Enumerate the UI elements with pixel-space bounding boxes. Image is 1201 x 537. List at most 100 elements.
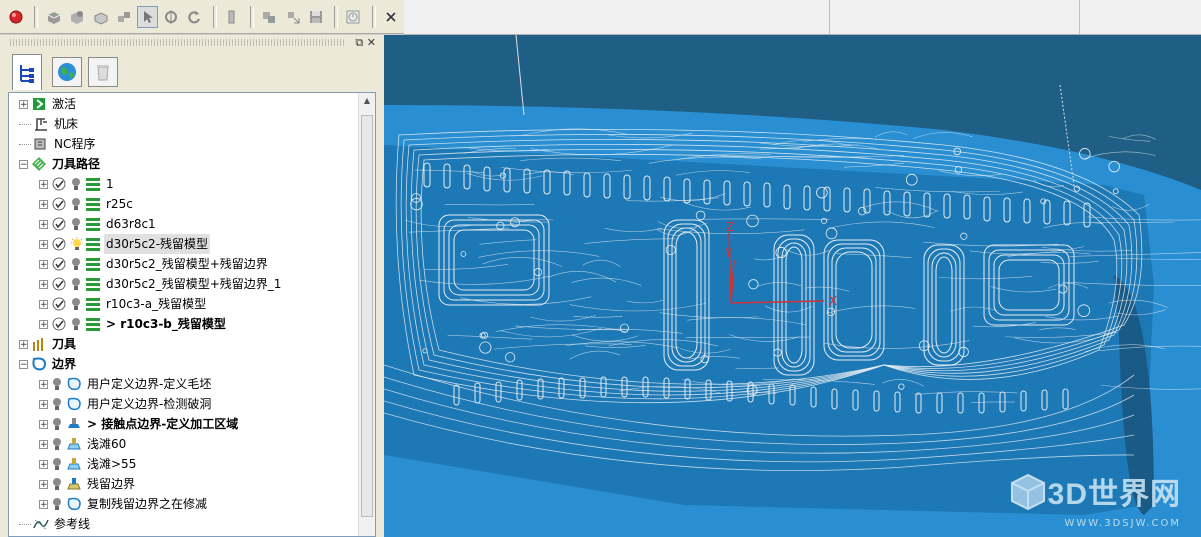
expand-icon[interactable]: + bbox=[39, 219, 48, 229]
stop-icon[interactable] bbox=[6, 6, 26, 28]
panel-close-icon[interactable]: ✕ bbox=[367, 36, 376, 49]
bulb-icon[interactable] bbox=[70, 196, 82, 212]
tree-item[interactable]: + 用户定义边界-检测破洞 bbox=[39, 394, 213, 414]
tree-item[interactable]: + > 接触点边界-定义加工区域 bbox=[39, 414, 240, 434]
expand-icon[interactable]: + bbox=[39, 459, 48, 469]
tree-item[interactable]: + 用户定义边界-定义毛坯 bbox=[39, 374, 213, 394]
tree-item[interactable]: + 浅滩>55 bbox=[39, 454, 138, 474]
toolpath-icon bbox=[85, 256, 101, 272]
expand-icon[interactable]: + bbox=[39, 499, 48, 509]
tree-item[interactable]: + d30r5c2_残留模型+残留边界_1 bbox=[39, 274, 283, 294]
bulb-icon[interactable] bbox=[51, 396, 63, 412]
expand-icon[interactable]: + bbox=[39, 199, 48, 209]
tree-item[interactable]: NC程序 bbox=[19, 134, 97, 154]
tree-item[interactable]: − 边界 bbox=[19, 354, 78, 374]
globe-icon[interactable] bbox=[52, 57, 82, 87]
watermark: 3D世界网 WWW.3DSJW.COM bbox=[1008, 469, 1181, 529]
status-check-icon bbox=[51, 316, 67, 332]
tree-item[interactable]: + 激活 bbox=[19, 94, 78, 114]
watermark-cube-icon bbox=[1010, 473, 1045, 511]
bulb-icon[interactable] bbox=[70, 176, 82, 192]
bulb-icon[interactable] bbox=[70, 296, 82, 312]
tree-item[interactable]: − 刀具路径 bbox=[19, 154, 102, 174]
model-view[interactable]: Z Y X bbox=[384, 35, 1201, 537]
expand-icon[interactable]: + bbox=[39, 439, 48, 449]
strip-divider bbox=[829, 0, 830, 34]
expand-icon[interactable]: + bbox=[39, 419, 48, 429]
duplicate-icon[interactable] bbox=[259, 6, 279, 28]
tree-item[interactable]: + d30r5c2_残留模型+残留边界 bbox=[39, 254, 270, 274]
bulb-icon[interactable] bbox=[70, 276, 82, 292]
strip-divider bbox=[1079, 0, 1080, 34]
scroll-thumb[interactable] bbox=[361, 115, 373, 517]
save-icon[interactable] bbox=[306, 6, 326, 28]
close-icon[interactable] bbox=[381, 6, 401, 28]
bulb-on-icon[interactable] bbox=[70, 236, 82, 252]
select-icon[interactable] bbox=[137, 5, 158, 28]
expand-icon[interactable]: + bbox=[19, 99, 28, 109]
tree-item-label: 刀具 bbox=[52, 337, 77, 351]
bulb-icon[interactable] bbox=[51, 476, 63, 492]
shaded-icon[interactable] bbox=[67, 6, 87, 28]
rotate-icon[interactable] bbox=[161, 6, 181, 28]
expand-icon[interactable]: + bbox=[39, 299, 48, 309]
graphics-viewport[interactable]: Z Y X 3D世界网 WWW.3DSJW.COM bbox=[384, 35, 1201, 537]
expand-icon[interactable]: + bbox=[39, 279, 48, 289]
solid-icon[interactable] bbox=[43, 6, 63, 28]
explorer-tree-icon[interactable] bbox=[12, 54, 42, 90]
tree-item[interactable]: + d30r5c2-残留模型 bbox=[39, 234, 211, 254]
tree-connector bbox=[19, 143, 31, 145]
tree-item[interactable]: + 残留边界 bbox=[39, 474, 137, 494]
boundary-icon bbox=[66, 496, 82, 512]
scroll-up-icon[interactable]: ▲ bbox=[359, 93, 375, 109]
expand-icon[interactable]: + bbox=[39, 179, 48, 189]
tree-item-label: d30r5c2_残留模型+残留边界_1 bbox=[106, 277, 282, 291]
tree-item[interactable]: 参考线 bbox=[19, 514, 92, 534]
tree-item[interactable]: + > r10c3-b_残留模型 bbox=[39, 314, 228, 334]
tree-item[interactable]: + r10c3-a_残留模型 bbox=[39, 294, 208, 314]
tree-item[interactable]: +1 bbox=[39, 174, 116, 194]
expand-icon[interactable]: + bbox=[39, 399, 48, 409]
expand-icon[interactable]: + bbox=[39, 479, 48, 489]
bulb-icon[interactable] bbox=[70, 216, 82, 232]
bulb-icon[interactable] bbox=[51, 416, 63, 432]
bulb-icon[interactable] bbox=[70, 256, 82, 272]
tree-item[interactable]: + 刀具 bbox=[19, 334, 78, 354]
toolpath-icon bbox=[85, 176, 101, 192]
expand-icon[interactable]: + bbox=[39, 379, 48, 389]
expand-icon[interactable]: + bbox=[39, 319, 48, 329]
timer-icon[interactable] bbox=[343, 6, 363, 28]
tree-item[interactable]: + 浅滩60 bbox=[39, 434, 128, 454]
refresh-icon[interactable] bbox=[184, 6, 204, 28]
shallow-boundary-icon bbox=[66, 436, 82, 452]
collapse-icon[interactable]: − bbox=[19, 159, 28, 169]
panel-grip[interactable] bbox=[10, 39, 344, 46]
expand-icon[interactable]: + bbox=[39, 259, 48, 269]
tree-item[interactable]: + r25c bbox=[39, 194, 135, 214]
status-check-icon bbox=[51, 196, 67, 212]
blocks-icon[interactable] bbox=[114, 6, 134, 28]
bulb-icon[interactable] bbox=[51, 376, 63, 392]
expand-icon[interactable]: + bbox=[19, 339, 28, 349]
toolpath-icon bbox=[85, 276, 101, 292]
bulb-icon[interactable] bbox=[51, 456, 63, 472]
tree-item-label: 用户定义边界-检测破洞 bbox=[87, 397, 212, 411]
tree-item[interactable]: + 复制残留边界之在修减 bbox=[39, 494, 209, 514]
toolbar-split-icon[interactable] bbox=[222, 6, 242, 28]
tree-item[interactable]: + d63r8c1 bbox=[39, 214, 158, 234]
bulb-icon[interactable] bbox=[51, 436, 63, 452]
float-icon[interactable]: ⧉ bbox=[355, 36, 363, 49]
bulb-icon[interactable] bbox=[51, 496, 63, 512]
expand-icon[interactable]: + bbox=[39, 239, 48, 249]
tree-item-label: 机床 bbox=[54, 117, 79, 131]
move-icon[interactable] bbox=[282, 6, 302, 28]
collapse-icon[interactable]: − bbox=[19, 359, 28, 369]
tree-item-label: 残留边界 bbox=[87, 477, 136, 491]
wireframe-icon[interactable] bbox=[90, 6, 110, 28]
tree-item[interactable]: 机床 bbox=[19, 114, 80, 134]
tree-scrollbar[interactable]: ▲ bbox=[358, 93, 375, 536]
bulb-icon[interactable] bbox=[70, 316, 82, 332]
status-check-icon bbox=[51, 176, 67, 192]
axis-label-y: Y bbox=[724, 246, 733, 260]
recycle-bin-icon[interactable] bbox=[88, 57, 118, 87]
